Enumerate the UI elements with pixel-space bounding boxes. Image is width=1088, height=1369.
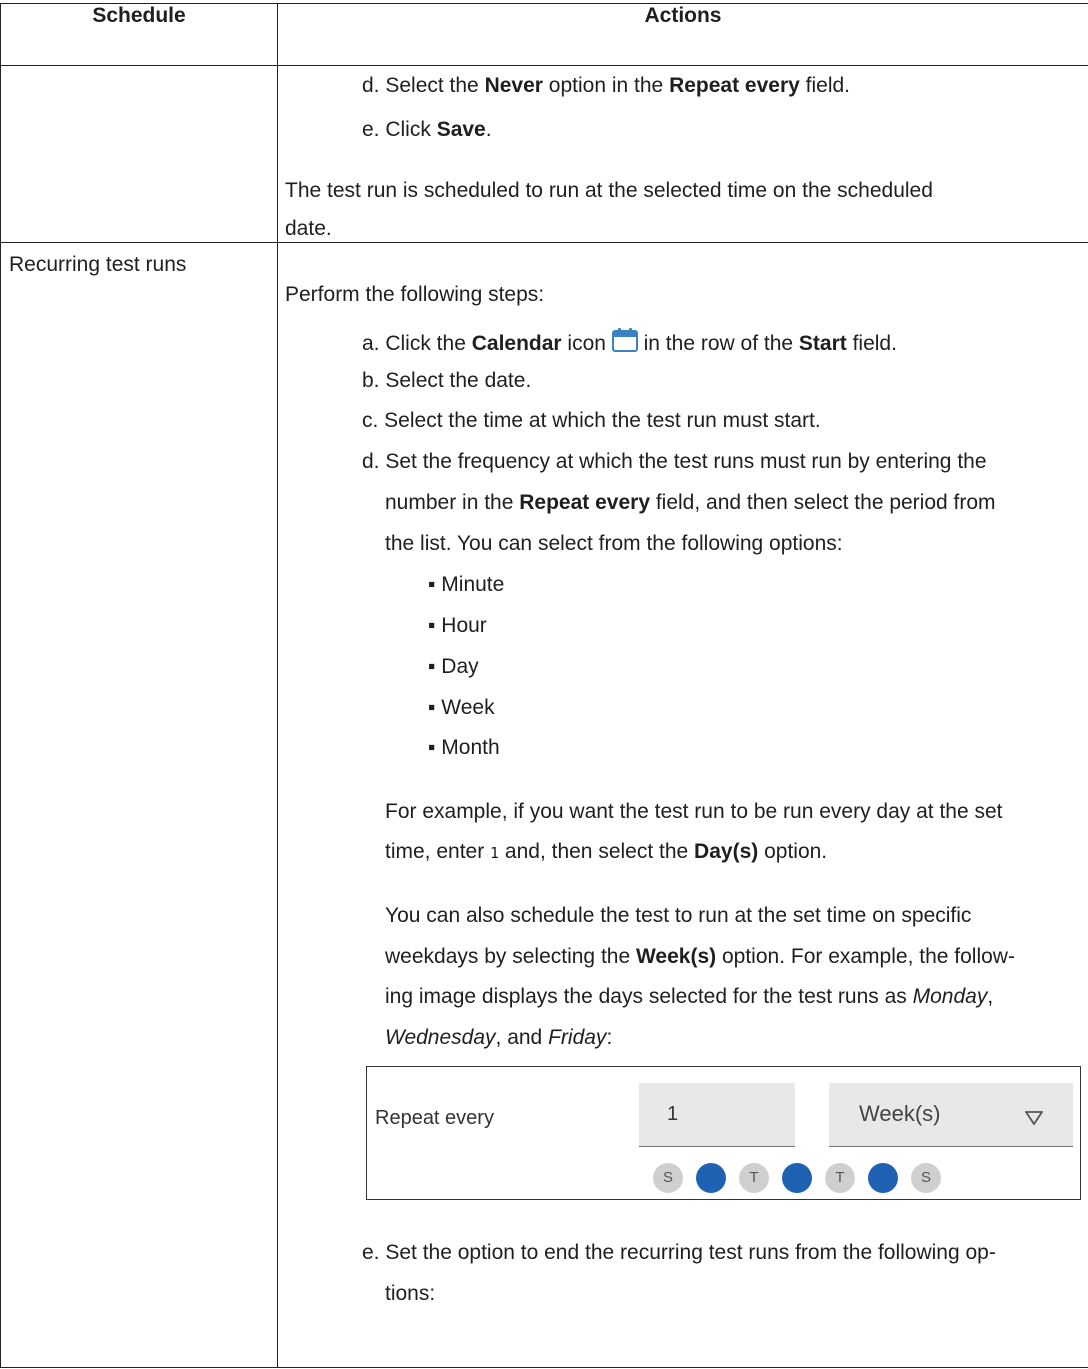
example2-line3: ing image displays the days selected for… [385,985,994,1008]
table-header-row: Schedule Actions [0,3,1088,66]
table-row: Recurring test runs Perform the followin… [0,242,1088,1368]
list-item: ▪ Week [428,696,495,719]
step-d-line3: the list. You can select from the follow… [385,532,843,555]
actions-cell: Perform the following steps: a. Click th… [277,242,1088,1368]
header-schedule: Schedule [0,3,278,66]
schedule-cell: Recurring test runs [0,242,278,1368]
day-sunday: S [653,1163,683,1193]
bullet: ▪ [428,614,442,637]
table-row: d. Select the Never option in the Repeat… [0,65,1088,243]
step-d-line2: number in the Repeat every field, and th… [385,491,996,514]
repeat-every-screenshot: Repeat every 1 Week(s) S M T W T F S [366,1066,1081,1200]
schedule-table: Schedule Actions d. Select the Never opt… [0,3,1088,1368]
repeat-every-label: Repeat every [375,1107,494,1129]
list-item: ▪ Hour [428,614,487,637]
step-b: b. Select the date. [362,369,532,392]
bullet: ▪ [428,696,442,719]
example2-line1: You can also schedule the test to run at… [385,904,972,927]
list-item: ▪ Minute [428,573,505,596]
day-thursday: T [825,1163,855,1193]
day-friday: F [868,1163,898,1193]
example1-line2: time, enter 1 and, then select the Day(s… [385,840,828,863]
example1-line1: For example, if you want the test run to… [385,800,1003,823]
step-a: a. Click the Calendar icon in the row of… [362,328,897,358]
bullet: ▪ [428,573,442,596]
step-d-never: d. Select the Never option in the Repeat… [362,74,851,97]
step-e-line2: tions: [385,1282,436,1305]
result-text-line2: date. [285,217,332,240]
result-text-line1: The test run is scheduled to run at the … [285,179,933,202]
step-c: c. Select the time at which the test run… [362,409,821,432]
repeat-number-field: 1 [639,1083,795,1147]
day-monday: M [696,1163,726,1193]
calendar-icon [611,328,638,358]
day-saturday: S [911,1163,941,1193]
day-tuesday: T [739,1163,769,1193]
list-item: ▪ Month [428,736,500,759]
example2-line4: Wednesday, and Friday: [385,1026,613,1049]
header-actions: Actions [277,3,1088,66]
actions-cell: d. Select the Never option in the Repeat… [277,65,1088,243]
period-select: Week(s) [829,1083,1073,1147]
intro-text: Perform the following steps: [285,283,545,306]
step-e-line1: e. Set the option to end the recurring t… [362,1241,996,1264]
step-e-save: e. Click Save. [362,118,492,141]
bullet: ▪ [428,655,442,678]
triangle-down-icon [1024,1107,1044,1131]
step-d-line1: d. Set the frequency at which the test r… [362,450,987,473]
list-item: ▪ Day [428,655,479,678]
schedule-cell [0,65,278,243]
day-wednesday: W [782,1163,812,1193]
schedule-recurring-label: Recurring test runs [9,253,187,276]
example2-line2: weekdays by selecting the Week(s) option… [385,945,1015,968]
bullet: ▪ [428,736,442,759]
